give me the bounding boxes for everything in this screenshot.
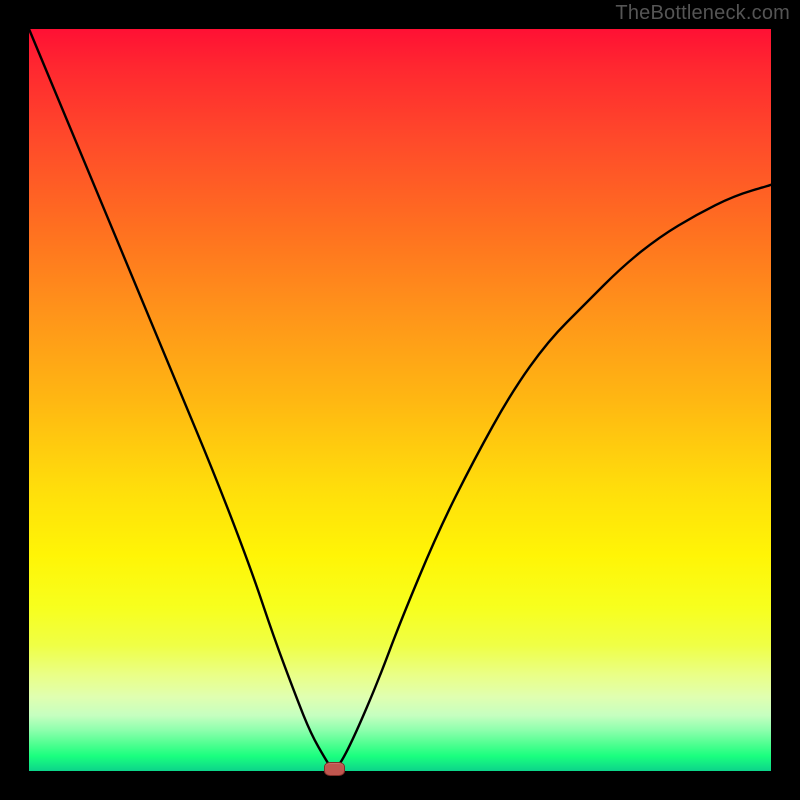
optimal-marker bbox=[324, 762, 345, 776]
chart-frame bbox=[29, 29, 771, 771]
curve-layer bbox=[29, 29, 771, 771]
watermark-text: TheBottleneck.com bbox=[615, 2, 790, 25]
bottleneck-curve bbox=[29, 29, 771, 769]
